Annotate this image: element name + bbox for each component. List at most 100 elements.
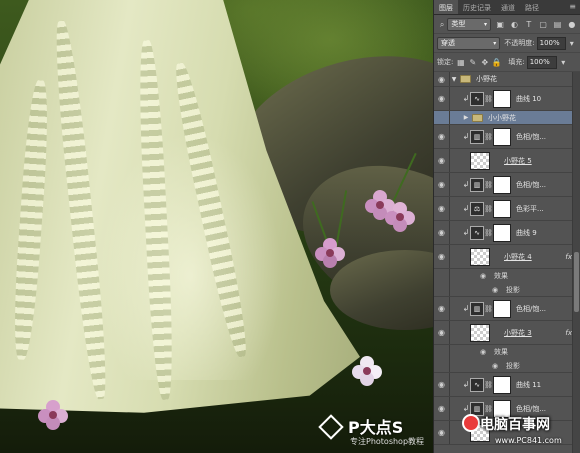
layer-curves-11[interactable]: ◉ ↲ ∿ ⛓ 曲线 11: [434, 373, 580, 397]
scrollbar-thumb[interactable]: [574, 252, 579, 312]
layer-effects-row[interactable]: ◉ 效果: [434, 345, 580, 359]
layers-scrollbar[interactable]: [572, 72, 580, 453]
layer-mask-thumbnail[interactable]: [493, 199, 511, 218]
opacity-input[interactable]: 100%: [536, 36, 566, 50]
layers-list: ◉ ▼ 小野花 ◉ ↲ ∿ ⛓ 曲线 10 ▶ 小小野花 ◉ ↲ ▥ ⛓ 色相/…: [434, 72, 580, 453]
panel-menu-icon[interactable]: ≡: [565, 0, 580, 14]
filter-kind-select[interactable]: 类型 ▾: [447, 17, 492, 31]
image-filter-icon[interactable]: ▣: [495, 19, 505, 30]
chain-link-icon[interactable]: ⛓: [484, 133, 493, 141]
layer-effects-row[interactable]: ◉ 效果: [434, 269, 580, 283]
fill-input[interactable]: 100%: [526, 55, 557, 69]
visibility-eye-icon[interactable]: [434, 345, 450, 359]
effect-eye-icon[interactable]: ◉: [480, 272, 490, 280]
layer-mask-thumbnail[interactable]: [493, 299, 511, 318]
layer-thumbnail[interactable]: [470, 247, 490, 266]
pink-flower: [38, 400, 68, 430]
visibility-eye-icon[interactable]: ◉: [434, 297, 450, 320]
layer-thumbnail[interactable]: [470, 323, 490, 342]
smart-object-filter-icon[interactable]: ▤: [552, 19, 562, 30]
visibility-eye-icon[interactable]: ◉: [434, 125, 450, 148]
layer-mask-thumbnail[interactable]: [493, 223, 511, 242]
visibility-eye-icon[interactable]: ◉: [434, 321, 450, 344]
layer-mask-thumbnail[interactable]: [493, 127, 511, 146]
lock-brush-icon[interactable]: ✎: [467, 57, 478, 68]
layer-hue-saturation[interactable]: ◉ ↲ ▥ ⛓ 色相/饱...: [434, 173, 580, 197]
tab-history[interactable]: 历史记录: [458, 0, 496, 14]
visibility-eye-icon[interactable]: ◉: [434, 245, 450, 268]
layer-hue-saturation[interactable]: ◉ ↲ ▥ ⛓ 色相/饱...: [434, 125, 580, 149]
blend-mode-select[interactable]: 穿透 ▾: [437, 36, 501, 50]
adjustment-filter-icon[interactable]: ◐: [509, 19, 519, 30]
layer-xiaoyehua-4[interactable]: ◉ 小野花 4 fx: [434, 245, 580, 269]
chain-link-icon[interactable]: ⛓: [484, 95, 493, 103]
effect-eye-icon[interactable]: ◉: [492, 286, 502, 294]
visibility-eye-icon[interactable]: [434, 359, 450, 372]
visibility-eye-icon[interactable]: ◉: [434, 421, 450, 444]
clip-arrow-icon: ↲: [462, 94, 470, 103]
image-canvas[interactable]: P大点S 专注Photoshop教程: [0, 0, 433, 453]
color-balance-adjustment-icon: ⚖: [470, 201, 484, 216]
layer-name: 小野花 3: [504, 328, 532, 337]
visibility-eye-icon[interactable]: [434, 269, 450, 283]
visibility-eye-icon[interactable]: ◉: [434, 87, 450, 110]
layer-xiaoyehua-5[interactable]: ◉ 小野花 5: [434, 149, 580, 173]
type-filter-icon[interactable]: T: [524, 19, 534, 30]
lock-all-icon[interactable]: 🔒: [491, 57, 502, 68]
site-logo-icon: [462, 414, 480, 432]
chain-link-icon[interactable]: ⛓: [484, 381, 493, 389]
chevron-down-icon[interactable]: ▾: [567, 38, 577, 49]
fx-icon[interactable]: fx: [565, 329, 572, 337]
visibility-eye-icon[interactable]: ◉: [434, 397, 450, 420]
tab-layers[interactable]: 图层: [434, 0, 458, 14]
lock-move-icon[interactable]: ✥: [479, 57, 490, 68]
layer-group-xiaoyehua[interactable]: ◉ ▼ 小野花: [434, 72, 580, 87]
search-icon: ⌕: [439, 19, 445, 29]
layer-hue-saturation[interactable]: ◉ ↲ ▥ ⛓ 色相/饱...: [434, 297, 580, 321]
layer-name: 小野花 5: [504, 156, 532, 165]
layer-name: 色相/饱...: [516, 304, 547, 313]
effect-eye-icon[interactable]: ◉: [480, 348, 490, 356]
layer-mask-thumbnail[interactable]: [493, 89, 511, 108]
layer-mask-thumbnail[interactable]: [493, 175, 511, 194]
chain-link-icon[interactable]: ⛓: [484, 305, 493, 313]
visibility-eye-icon[interactable]: ◉: [434, 72, 450, 86]
layer-name: 小小野花: [488, 113, 516, 122]
hue-saturation-adjustment-icon: ▥: [470, 129, 484, 144]
visibility-eye-icon[interactable]: ◉: [434, 373, 450, 396]
layer-effect-drop-shadow[interactable]: ◉ 投影: [434, 283, 580, 297]
visibility-eye-icon[interactable]: [434, 283, 450, 296]
shape-filter-icon[interactable]: ▢: [538, 19, 548, 30]
layer-curves-10[interactable]: ◉ ↲ ∿ ⛓ 曲线 10: [434, 87, 580, 111]
expand-triangle-icon[interactable]: ▼: [450, 76, 458, 83]
layer-group-xiaoxiaoyehua[interactable]: ▶ 小小野花: [434, 111, 580, 125]
tab-paths[interactable]: 路径: [520, 0, 544, 14]
layer-color-balance[interactable]: ◉ ↲ ⚖ ⛓ 色彩平...: [434, 197, 580, 221]
fill-label: 填充:: [508, 58, 525, 66]
chain-link-icon[interactable]: ⛓: [484, 181, 493, 189]
hue-saturation-adjustment-icon: ▥: [470, 177, 484, 192]
lock-transparent-icon[interactable]: ▦: [455, 57, 466, 68]
clip-arrow-icon: ↲: [462, 228, 470, 237]
effect-eye-icon[interactable]: ◉: [492, 362, 502, 370]
tab-channels[interactable]: 通道: [496, 0, 520, 14]
chain-link-icon[interactable]: ⛓: [484, 205, 493, 213]
visibility-eye-icon[interactable]: ◉: [434, 149, 450, 172]
layer-thumbnail[interactable]: [470, 151, 490, 170]
watermark-subtitle: 专注Photoshop教程: [350, 437, 425, 446]
filter-toggle-icon[interactable]: ●: [567, 19, 577, 30]
fx-icon[interactable]: fx: [565, 253, 572, 261]
layer-name: 色相/饱...: [516, 132, 547, 141]
visibility-eye-icon[interactable]: [434, 111, 450, 124]
visibility-eye-icon[interactable]: ◉: [434, 221, 450, 244]
visibility-eye-icon[interactable]: ◉: [434, 197, 450, 220]
visibility-eye-icon[interactable]: ◉: [434, 173, 450, 196]
chain-link-icon[interactable]: ⛓: [484, 229, 493, 237]
collapsed-triangle-icon[interactable]: ▶: [462, 114, 470, 121]
layer-curves-9[interactable]: ◉ ↲ ∿ ⛓ 曲线 9: [434, 221, 580, 245]
layer-xiaoyehua-3[interactable]: ◉ 小野花 3 fx: [434, 321, 580, 345]
layer-mask-thumbnail[interactable]: [493, 375, 511, 394]
layer-effect-drop-shadow[interactable]: ◉ 投影: [434, 359, 580, 373]
chain-link-icon[interactable]: ⛓: [484, 405, 493, 413]
chevron-down-icon[interactable]: ▾: [558, 57, 569, 68]
